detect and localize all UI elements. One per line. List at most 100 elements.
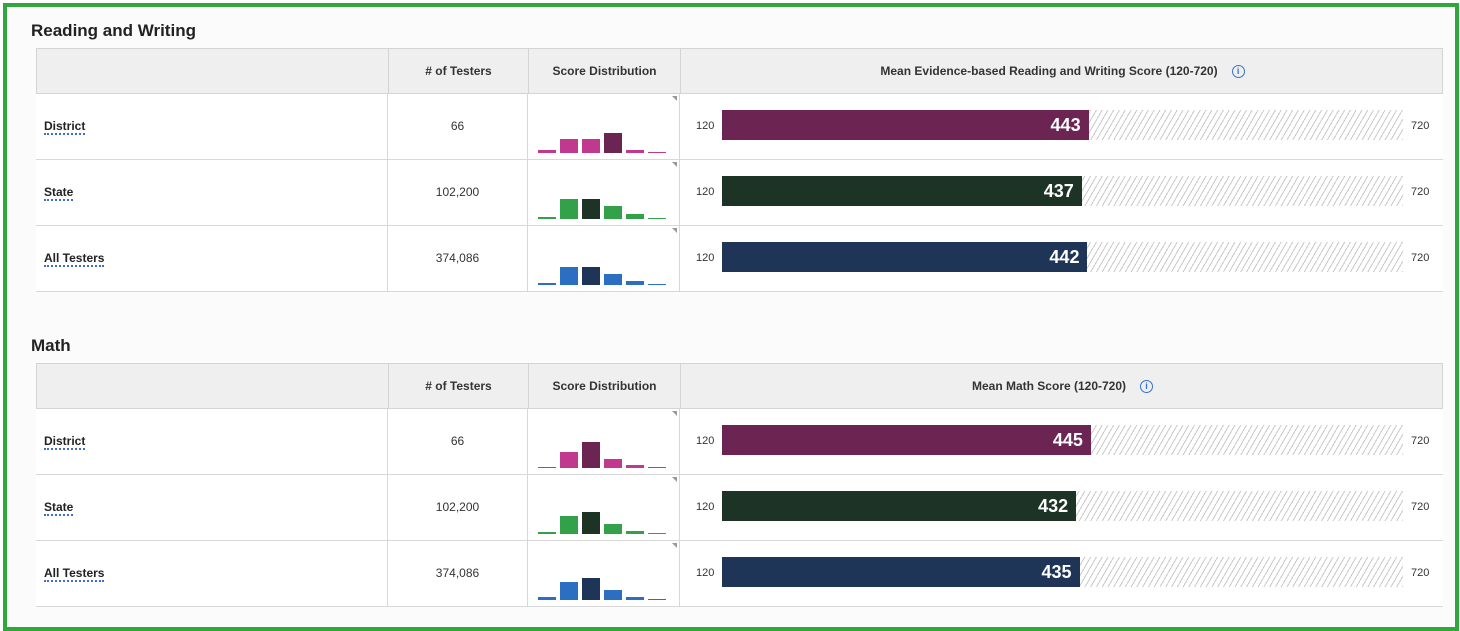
table-row: State 102,200 120 432 720: [36, 475, 1443, 541]
distribution-bar: [560, 267, 578, 285]
info-icon[interactable]: i: [1140, 380, 1154, 394]
testers-count: 66: [450, 119, 465, 133]
distribution-bar: [582, 511, 600, 534]
expand-corner-icon[interactable]: [672, 477, 677, 482]
score-bar-cell: 120 435 720: [679, 541, 1443, 606]
score-bar: 445: [722, 425, 1091, 455]
score-distribution-chart: [538, 502, 670, 534]
distribution-bar: [538, 149, 556, 153]
score-bar: 442: [722, 242, 1088, 272]
score-distribution-chart: [538, 436, 670, 468]
score-bar: 437: [722, 176, 1082, 206]
distribution-bar: [582, 442, 600, 468]
distribution-bar: [582, 577, 600, 600]
expand-corner-icon[interactable]: [672, 162, 677, 167]
score-bar: 443: [722, 110, 1089, 140]
distribution-bar: [604, 590, 622, 600]
group-link[interactable]: District: [44, 119, 86, 135]
score-distribution-chart: [538, 187, 670, 219]
distribution-bar: [560, 199, 578, 219]
score-bar-cell: 120 432 720: [679, 475, 1443, 540]
table-row: All Testers 374,086 120 442 720: [36, 226, 1443, 292]
scale-min: 120: [696, 186, 715, 198]
score-distribution-chart: [538, 121, 670, 153]
row-label-cell: State: [36, 160, 387, 225]
distribution-bar: [648, 466, 666, 468]
distribution-bar: [582, 138, 600, 153]
distribution-cell: [527, 541, 679, 606]
group-link[interactable]: All Testers: [44, 566, 105, 582]
header-mean-score-label: Mean Math Score (120-720): [971, 379, 1127, 393]
group-link[interactable]: State: [44, 185, 74, 201]
group-link[interactable]: All Testers: [44, 251, 105, 267]
group-link[interactable]: District: [44, 434, 86, 450]
scale-max: 720: [1411, 501, 1430, 513]
testers-count: 374,086: [435, 251, 480, 265]
score-track: 445: [722, 425, 1403, 455]
distribution-bar: [538, 216, 556, 219]
expand-corner-icon[interactable]: [672, 411, 677, 416]
row-label-cell: District: [36, 409, 387, 474]
header-label-cell: [37, 49, 388, 93]
scale-min: 120: [696, 120, 715, 132]
distribution-bar: [648, 599, 666, 600]
table-header-math: # of Testers Score Distribution Mean Mat…: [36, 363, 1443, 409]
distribution-bar: [648, 533, 666, 534]
group-link[interactable]: State: [44, 500, 74, 516]
table-row: All Testers 374,086 120 435 720: [36, 541, 1443, 607]
distribution-bar: [626, 464, 644, 468]
testers-cell: 374,086: [387, 226, 527, 291]
info-icon[interactable]: i: [1231, 65, 1245, 79]
distribution-bar: [626, 149, 644, 153]
score-value: 432: [1038, 496, 1069, 516]
score-bar-cell: 120 437 720: [679, 160, 1443, 225]
row-label-cell: District: [36, 94, 387, 159]
score-bar-cell: 120 443 720: [679, 94, 1443, 159]
header-mean-score: Mean Evidence-based Reading and Writing …: [680, 49, 1444, 93]
score-track: 442: [722, 242, 1403, 272]
header-testers: # of Testers: [388, 49, 528, 93]
scale-min: 120: [696, 567, 715, 579]
distribution-bar: [604, 206, 622, 219]
distribution-bar: [648, 151, 666, 153]
score-track: 437: [722, 176, 1403, 206]
score-bar: 432: [722, 491, 1077, 521]
distribution-bar: [582, 267, 600, 285]
header-label-cell: [37, 364, 388, 408]
distribution-bar: [538, 282, 556, 285]
distribution-bar: [626, 597, 644, 600]
testers-cell: 66: [387, 409, 527, 474]
header-testers: # of Testers: [388, 364, 528, 408]
header-mean-score-label: Mean Evidence-based Reading and Writing …: [880, 64, 1218, 78]
distribution-bar: [626, 281, 644, 285]
score-distribution-chart: [538, 568, 670, 600]
score-track: 432: [722, 491, 1403, 521]
score-bar: 435: [722, 557, 1080, 587]
distribution-cell: [527, 409, 679, 474]
distribution-bar: [604, 459, 622, 468]
header-mean-score: Mean Math Score (120-720) i: [680, 364, 1444, 408]
expand-corner-icon[interactable]: [672, 96, 677, 101]
expand-corner-icon[interactable]: [672, 228, 677, 233]
testers-count: 102,200: [435, 500, 480, 514]
testers-cell: 102,200: [387, 475, 527, 540]
distribution-cell: [527, 94, 679, 159]
score-value: 435: [1041, 562, 1072, 582]
score-track: 443: [722, 110, 1403, 140]
header-distribution: Score Distribution: [528, 364, 680, 408]
distribution-bar: [538, 531, 556, 534]
scale-max: 720: [1411, 120, 1430, 132]
distribution-bar: [604, 133, 622, 153]
scale-max: 720: [1411, 567, 1430, 579]
testers-cell: 374,086: [387, 541, 527, 606]
distribution-bar: [560, 452, 578, 468]
expand-corner-icon[interactable]: [672, 543, 677, 548]
score-bar-cell: 120 445 720: [679, 409, 1443, 474]
scale-min: 120: [696, 501, 715, 513]
distribution-bar: [582, 199, 600, 219]
distribution-bar: [560, 516, 578, 534]
testers-cell: 102,200: [387, 160, 527, 225]
distribution-cell: [527, 475, 679, 540]
scale-max: 720: [1411, 252, 1430, 264]
scale-min: 120: [696, 435, 715, 447]
